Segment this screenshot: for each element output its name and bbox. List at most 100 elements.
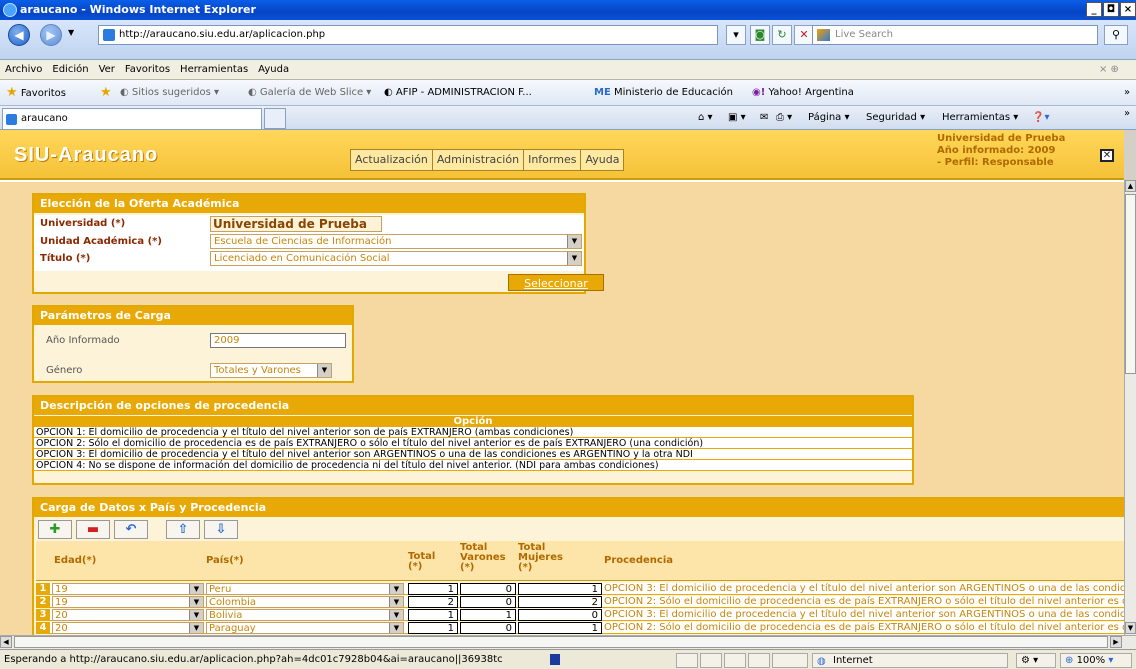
total-input[interactable]: 2 (408, 596, 458, 608)
edad-select[interactable]: 19 ▼ (52, 583, 204, 595)
pais-select[interactable]: Paraguay ▼ (206, 622, 404, 634)
close-window-button[interactable]: × (1120, 2, 1136, 17)
maximize-button[interactable]: ◘ (1103, 2, 1119, 17)
scroll-right-icon[interactable]: ▶ (1110, 636, 1122, 648)
logout-icon[interactable]: ✕ (1100, 149, 1114, 162)
add-row-icon[interactable]: ✚ (38, 520, 72, 539)
fav-afip[interactable]: ◐ AFIP - ADMINISTRACION F... (384, 80, 532, 106)
procedencia-select[interactable]: OPCIÓN 2: Sólo el domicilio de procedenc… (604, 622, 1124, 633)
page-menu[interactable]: Página ▾ (808, 106, 850, 130)
unidad-select[interactable]: Escuela de Ciencias de Información ▼ (210, 234, 582, 249)
varones-input[interactable]: 0 (460, 596, 516, 608)
varones-input[interactable]: 1 (460, 609, 516, 621)
fav-galeria-web-slice[interactable]: ◐ Galería de Web Slice ▾ (248, 80, 371, 106)
feeds-icon[interactable]: ▣ ▾ (728, 106, 746, 130)
horizontal-scroll-thumb[interactable] (14, 636, 1108, 648)
procedencia-select[interactable]: OPCIÓN 3: El domicilio de procedencia y … (604, 583, 1124, 594)
scroll-down-icon[interactable]: ▼ (1125, 622, 1136, 634)
stop-icon[interactable]: ✕ (794, 25, 814, 45)
menu-archivo[interactable]: Archivo (0, 60, 47, 80)
menu-edicion[interactable]: Edición (47, 60, 93, 80)
pais-select[interactable]: Colombia ▼ (206, 596, 404, 608)
history-dropdown-icon[interactable]: ▼ (68, 28, 74, 37)
mail-icon[interactable]: ✉ (760, 106, 768, 130)
undo-icon[interactable]: ↶ (114, 520, 148, 539)
titulo-select[interactable]: Licenciado en Comunicación Social ▼ (210, 251, 582, 266)
genero-select[interactable]: Totales y Varones ▼ (210, 363, 332, 378)
chevron-down-icon: ▼ (317, 364, 331, 377)
new-tab-button[interactable] (264, 108, 286, 129)
minimize-button[interactable]: _ (1086, 2, 1102, 17)
security-zone[interactable]: ◍ Internet (812, 653, 1008, 668)
help-icon[interactable]: ❓▾ (1032, 106, 1049, 130)
fav-ministerio-educacion[interactable]: ME Ministerio de Educación (594, 80, 733, 106)
status-bar: Esperando a http://araucano.siu.edu.ar/a… (0, 649, 1136, 669)
favorites-button[interactable]: ★ Favoritos (6, 80, 66, 107)
home-icon[interactable]: ⌂ ▾ (698, 106, 713, 130)
refresh-icon[interactable]: ↻ (772, 25, 792, 45)
tab-command-bar: araucano ⌂ ▾ ▣ ▾ ✉ ⎙ ▾ Página ▾ Segurida… (0, 106, 1136, 130)
vertical-scroll-thumb[interactable] (1125, 194, 1136, 374)
search-input[interactable]: Live Search (812, 25, 1098, 45)
back-button[interactable]: ◀ (8, 24, 30, 46)
edad-select[interactable]: 20 ▼ (52, 609, 204, 621)
forward-button[interactable]: ▶ (40, 24, 62, 46)
seleccionar-button[interactable]: Seleccionar (508, 274, 604, 291)
move-up-icon[interactable]: ⇧ (166, 520, 200, 539)
anio-label: Año Informado (46, 335, 120, 346)
protected-mode-icon[interactable]: ⚙ ▾ (1016, 653, 1056, 668)
mujeres-input[interactable]: 1 (518, 622, 602, 634)
add-favorites-icon[interactable]: ★ (100, 80, 112, 107)
app-nav-menu: Actualización Administración Informes Ay… (350, 149, 625, 171)
zoom-level[interactable]: ⊕ 100% ▾ (1060, 653, 1132, 668)
mujeres-input[interactable]: 1 (518, 583, 602, 595)
total-input[interactable]: 1 (408, 609, 458, 621)
ie-icon (3, 3, 17, 17)
horizontal-scrollbar[interactable]: ◀ ▶ (0, 635, 1136, 649)
address-input[interactable]: http://araucano.siu.edu.ar/aplicacion.ph… (98, 25, 718, 45)
menu-close-icon[interactable]: × ⊕ (1094, 60, 1124, 80)
scroll-up-icon[interactable]: ▲ (1125, 180, 1136, 192)
edad-select[interactable]: 19 ▼ (52, 596, 204, 608)
edad-select[interactable]: 20 ▼ (52, 622, 204, 634)
menu-ayuda[interactable]: Ayuda (253, 60, 294, 80)
nav-actualizacion[interactable]: Actualización (351, 150, 433, 170)
compatibility-view-icon[interactable]: ◙ (750, 25, 770, 45)
address-url: http://araucano.siu.edu.ar/aplicacion.ph… (119, 29, 326, 40)
total-input[interactable]: 1 (408, 583, 458, 595)
move-down-icon[interactable]: ⇩ (204, 520, 238, 539)
menu-favoritos[interactable]: Favoritos (120, 60, 175, 80)
varones-input[interactable]: 0 (460, 583, 516, 595)
print-icon[interactable]: ⎙ ▾ (776, 106, 792, 130)
pais-select[interactable]: Peru ▼ (206, 583, 404, 595)
status-pane-4 (748, 653, 770, 668)
delete-row-icon[interactable]: ▬ (76, 520, 110, 539)
genero-label: Género (46, 365, 83, 376)
security-menu[interactable]: Seguridad ▾ (866, 106, 925, 130)
pais-select[interactable]: Bolivia ▼ (206, 609, 404, 621)
procedencia-select[interactable]: OPCIÓN 2: Sólo el domicilio de procedenc… (604, 596, 1124, 607)
universidad-value: Universidad de Prueba (210, 216, 382, 232)
fav-yahoo-argentina[interactable]: ◉! Yahoo! Argentina (752, 80, 854, 106)
varones-input[interactable]: 0 (460, 622, 516, 634)
anio-input[interactable]: 2009 (210, 333, 346, 348)
menu-herramientas[interactable]: Herramientas (175, 60, 253, 80)
tab-araucano[interactable]: araucano (2, 108, 262, 129)
vertical-scrollbar[interactable]: ▲ ▼ (1124, 180, 1136, 635)
mujeres-input[interactable]: 0 (518, 609, 602, 621)
procedencia-select[interactable]: OPCIÓN 3: El domicilio de procedencia y … (604, 609, 1124, 620)
search-icon[interactable]: ⚲ (1104, 25, 1128, 45)
tools-menu[interactable]: Herramientas ▾ (942, 106, 1018, 130)
nav-informes[interactable]: Informes (524, 150, 582, 170)
nav-administracion[interactable]: Administración (433, 150, 525, 170)
address-dropdown-button[interactable]: ▾ (726, 25, 746, 45)
menu-ver[interactable]: Ver (94, 60, 120, 80)
more-commands-icon[interactable]: » (1124, 102, 1130, 126)
user-university: Universidad de Prueba (937, 133, 1066, 144)
parametros-panel: Parámetros de Carga Año Informado 2009 G… (32, 305, 354, 383)
total-input[interactable]: 1 (408, 622, 458, 634)
fav-sitios-sugeridos[interactable]: ◐ Sitios sugeridos ▾ (120, 80, 219, 106)
scroll-left-icon[interactable]: ◀ (0, 636, 12, 648)
mujeres-input[interactable]: 2 (518, 596, 602, 608)
nav-ayuda[interactable]: Ayuda (581, 150, 623, 170)
